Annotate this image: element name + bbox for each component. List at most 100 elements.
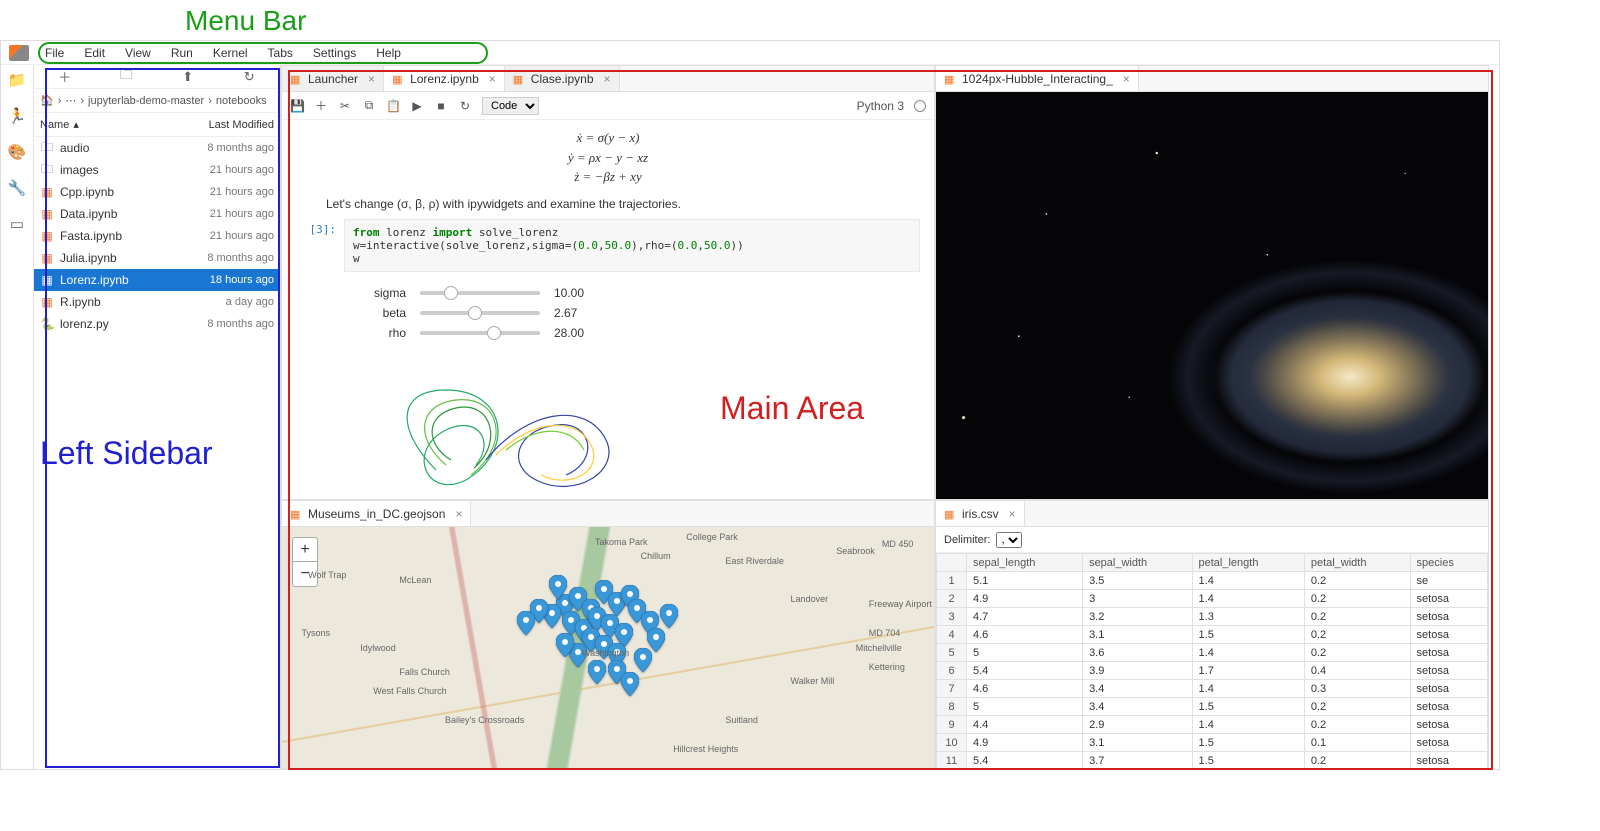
csv-cell[interactable]: 4.6 (967, 680, 1083, 698)
file-row[interactable]: ▦Fasta.ipynb21 hours ago (34, 225, 280, 247)
menu-tabs[interactable]: Tabs (260, 44, 301, 62)
column-name[interactable]: Name ▴ (40, 118, 79, 131)
close-icon[interactable]: × (489, 72, 496, 86)
csv-cell[interactable]: 1.4 (1192, 644, 1304, 662)
file-row[interactable]: 🗀audio8 months ago (34, 137, 280, 159)
upload-icon[interactable]: ⬆ (181, 69, 195, 85)
tab[interactable]: ▦iris.csv× (936, 501, 1025, 526)
running-icon[interactable]: 🏃 (8, 107, 26, 125)
file-row[interactable]: ▦Lorenz.ipynb18 hours ago (34, 269, 280, 291)
copy-icon[interactable]: ⧉ (362, 98, 376, 113)
csv-cell[interactable]: setosa (1410, 626, 1487, 644)
csv-cell[interactable]: 0.2 (1304, 716, 1410, 734)
table-row[interactable]: 74.63.41.40.3setosa (937, 680, 1488, 698)
csv-cell[interactable]: 3 (1083, 590, 1192, 608)
table-row[interactable]: 44.63.11.50.2setosa (937, 626, 1488, 644)
menu-run[interactable]: Run (163, 44, 201, 62)
tabs-icon[interactable]: ▭ (8, 215, 26, 233)
csv-cell[interactable]: 5.4 (967, 752, 1083, 769)
close-icon[interactable]: × (368, 72, 375, 86)
csv-cell[interactable]: 3.2 (1083, 608, 1192, 626)
csv-column-header[interactable]: petal_length (1192, 554, 1304, 572)
cell-code[interactable]: from lorenz import solve_lorenz w=intera… (344, 219, 920, 272)
image-viewer[interactable] (936, 92, 1488, 499)
csv-column-header[interactable]: sepal_width (1083, 554, 1192, 572)
map-pin-icon[interactable] (588, 660, 606, 684)
crumb-item[interactable]: jupyterlab-demo-master (88, 95, 204, 107)
csv-cell[interactable]: 4.4 (967, 716, 1083, 734)
csv-cell[interactable]: 1.5 (1192, 752, 1304, 769)
slider-thumb[interactable] (444, 286, 458, 300)
file-row[interactable]: ▦Cpp.ipynb21 hours ago (34, 181, 280, 203)
map-pin-icon[interactable] (549, 575, 567, 599)
csv-cell[interactable]: 0.1 (1304, 734, 1410, 752)
stop-icon[interactable]: ■ (434, 99, 448, 113)
slider-track[interactable] (420, 331, 540, 335)
close-icon[interactable]: × (1123, 72, 1130, 86)
csv-cell[interactable]: 5.1 (967, 572, 1083, 590)
csv-cell[interactable]: 0.2 (1304, 572, 1410, 590)
csv-cell[interactable]: 1.4 (1192, 572, 1304, 590)
csv-cell[interactable]: 1.5 (1192, 698, 1304, 716)
slider-track[interactable] (420, 291, 540, 295)
commands-icon[interactable]: 🎨 (8, 143, 26, 161)
csv-cell[interactable]: se (1410, 572, 1487, 590)
table-row[interactable]: 24.931.40.2setosa (937, 590, 1488, 608)
code-cell[interactable]: [3]: from lorenz import solve_lorenz w=i… (296, 219, 920, 272)
table-row[interactable]: 94.42.91.40.2setosa (937, 716, 1488, 734)
menu-file[interactable]: File (37, 44, 72, 62)
csv-cell[interactable]: 5.4 (967, 662, 1083, 680)
csv-cell[interactable]: 0.2 (1304, 626, 1410, 644)
csv-table-container[interactable]: sepal_lengthsepal_widthpetal_lengthpetal… (936, 553, 1488, 768)
cut-icon[interactable]: ✂ (338, 99, 352, 113)
csv-cell[interactable]: 4.9 (967, 590, 1083, 608)
file-row[interactable]: 🐍lorenz.py8 months ago (34, 313, 280, 335)
map-pin-icon[interactable] (660, 604, 678, 628)
slider-thumb[interactable] (468, 306, 482, 320)
csv-cell[interactable]: 0.2 (1304, 608, 1410, 626)
crumb-item[interactable]: notebooks (216, 95, 267, 107)
csv-cell[interactable]: 1.5 (1192, 626, 1304, 644)
tab[interactable]: ▦Clase.ipynb× (505, 66, 620, 91)
table-row[interactable]: 15.13.51.40.2se (937, 572, 1488, 590)
csv-cell[interactable]: 1.4 (1192, 716, 1304, 734)
csv-column-header[interactable]: sepal_length (967, 554, 1083, 572)
menu-help[interactable]: Help (368, 44, 409, 62)
save-icon[interactable]: 💾 (290, 99, 304, 113)
csv-cell[interactable]: 0.2 (1304, 698, 1410, 716)
notebook-content[interactable]: ẋ = σ(y − x) ẏ = ρx − y − xz ż = −βz + x… (282, 120, 934, 499)
tab[interactable]: ▦1024px-Hubble_Interacting_× (936, 66, 1139, 91)
csv-cell[interactable]: 5 (967, 644, 1083, 662)
close-icon[interactable]: × (1009, 507, 1016, 521)
csv-cell[interactable]: 3.9 (1083, 662, 1192, 680)
csv-cell[interactable]: setosa (1410, 734, 1487, 752)
csv-cell[interactable]: setosa (1410, 608, 1487, 626)
csv-cell[interactable]: 0.2 (1304, 752, 1410, 769)
menu-view[interactable]: View (117, 44, 159, 62)
map-pin-icon[interactable] (621, 672, 639, 696)
refresh-icon[interactable]: ↻ (242, 69, 256, 85)
csv-cell[interactable]: 3.7 (1083, 752, 1192, 769)
menu-settings[interactable]: Settings (305, 44, 364, 62)
paste-icon[interactable]: 📋 (386, 99, 400, 113)
breadcrumb[interactable]: 🏠 › ⋯ › jupyterlab-demo-master › noteboo… (34, 89, 280, 113)
crumb-ellipsis[interactable]: ⋯ (65, 94, 76, 107)
tab[interactable]: ▦Museums_in_DC.geojson× (282, 501, 471, 526)
map-pin-icon[interactable] (556, 633, 574, 657)
csv-cell[interactable]: 1.4 (1192, 680, 1304, 698)
csv-cell[interactable]: 4.6 (967, 626, 1083, 644)
table-row[interactable]: 115.43.71.50.2setosa (937, 752, 1488, 769)
file-row[interactable]: ▦Julia.ipynb8 months ago (34, 247, 280, 269)
csv-cell[interactable]: 0.2 (1304, 590, 1410, 608)
csv-cell[interactable]: 0.2 (1304, 644, 1410, 662)
csv-cell[interactable]: 1.3 (1192, 608, 1304, 626)
restart-icon[interactable]: ↻ (458, 99, 472, 113)
close-icon[interactable]: × (604, 72, 611, 86)
csv-cell[interactable]: setosa (1410, 644, 1487, 662)
csv-cell[interactable]: 3.1 (1083, 734, 1192, 752)
csv-cell[interactable]: 3.4 (1083, 680, 1192, 698)
csv-column-header[interactable]: petal_width (1304, 554, 1410, 572)
column-modified[interactable]: Last Modified (209, 119, 274, 131)
csv-cell[interactable]: 5 (967, 698, 1083, 716)
cell-type-select[interactable]: Code (482, 97, 539, 115)
